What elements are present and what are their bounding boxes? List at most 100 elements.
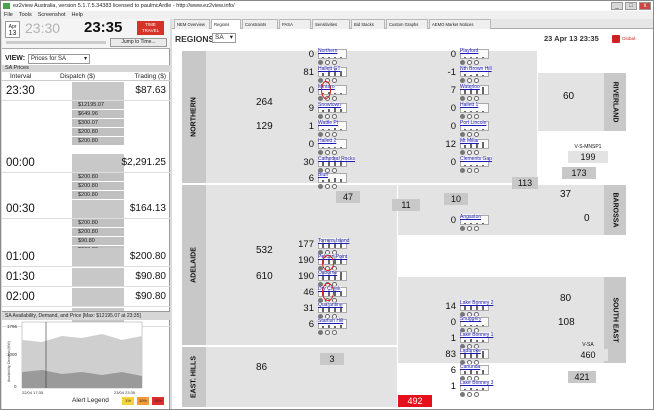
generator-name-link[interactable]: Nth Brown Hill <box>460 66 492 72</box>
close-button[interactable]: x <box>639 2 651 10</box>
dispatch-price: $200.80 <box>72 228 124 237</box>
generator-name-link[interactable]: Hallett 1 <box>460 102 479 108</box>
generator-name-link[interactable]: Mt Millar <box>460 138 479 144</box>
generator-status <box>460 392 484 398</box>
price-row[interactable]: 00:30 $164.13 <box>2 199 170 219</box>
menu-help[interactable]: Help <box>72 11 83 19</box>
tab-pasa[interactable]: PASA <box>279 19 311 29</box>
view-select[interactable]: Prices for SA ▾ <box>28 54 90 64</box>
barossa-load: 0 <box>584 213 590 224</box>
generator-name-link[interactable]: Canunda <box>460 364 481 370</box>
generator-name-link[interactable]: Snowtown <box>318 102 342 108</box>
generator-clements-gap[interactable]: 0 Clements Gap <box>432 156 502 175</box>
flow-north-riverland: 113 <box>512 177 538 189</box>
generator-name-link[interactable]: Angaston <box>460 214 482 220</box>
tab-sensitivities[interactable]: Sensitivities <box>312 19 350 29</box>
generator-name-link[interactable]: Northern <box>318 48 338 54</box>
generator-name-link[interactable]: Hallett 2 <box>318 138 337 144</box>
alert-ring <box>322 255 334 271</box>
generator-name-link[interactable]: Bluff <box>318 172 328 178</box>
generator-mw: 83 <box>445 349 456 360</box>
generator-lake-bonney-3[interactable]: 1 Lake Bonney 3 <box>432 380 502 399</box>
generator-northern[interactable]: 0 Northern <box>290 48 360 67</box>
generator-name-link[interactable]: Lake Bonney 1 <box>460 332 494 338</box>
price-bar <box>72 268 124 286</box>
maximize-button[interactable]: □ <box>625 2 637 10</box>
generator-bluff[interactable]: 6 Bluff <box>290 172 360 191</box>
generator-angaston[interactable]: 0 Angaston <box>432 214 502 233</box>
x-tick-end: 23/04 23:35 <box>114 390 136 395</box>
generator-name-link[interactable]: Cathedral Rocks <box>318 156 355 162</box>
alert-ring <box>321 81 331 99</box>
menu-bar: File Tools Screenshot Help <box>1 11 653 19</box>
minimize-button[interactable]: _ <box>611 2 623 10</box>
status-dot-icon <box>332 150 337 155</box>
time-slider[interactable] <box>6 41 106 44</box>
generator-mw: 1 <box>450 381 456 392</box>
tab-custom-graphs[interactable]: Custom Graphs <box>386 19 428 29</box>
price-row[interactable]: 02:00 $90.80 <box>2 287 170 307</box>
calendar-day: 13 <box>8 30 17 37</box>
calendar-icon[interactable]: Apr 13 <box>5 21 20 38</box>
tab-constraints[interactable]: Constraints <box>242 19 278 29</box>
generator-name-link[interactable]: Clements Gap <box>460 156 492 162</box>
status-dot-icon <box>318 114 323 119</box>
generator-port-lincoln[interactable]: 0 Port Lincoln <box>432 120 502 139</box>
price-trading: $87.63 <box>135 85 166 96</box>
price-row[interactable]: 23:30 $87.63 <box>2 81 170 101</box>
sa-chart-panel: SA Availability, Demand, and Price [Max:… <box>2 311 170 409</box>
generator-hallett-2[interactable]: 0 Hallett 2 <box>290 138 360 157</box>
price-row[interactable]: 00:00 $2,291.25 <box>2 153 170 173</box>
price-row[interactable]: 01:30 $90.80 <box>2 267 170 287</box>
price-row[interactable]: 01:00 $200.80 <box>2 247 170 267</box>
menu-file[interactable]: File <box>4 11 13 19</box>
generator-name-link[interactable]: Quarantine <box>318 302 343 308</box>
generator-name-link[interactable]: Hallett GT <box>318 66 341 72</box>
dispatch-list: $12195.07 $649.96 $300.07 $200.80 $200.80 <box>72 101 124 146</box>
status-dot-icon <box>460 78 465 83</box>
generator-name-link[interactable]: Wattle Pt <box>318 120 339 126</box>
status-dot-icon <box>460 392 465 397</box>
previous-time[interactable]: 23:30 <box>25 19 60 37</box>
window-controls: _ □ x <box>611 2 651 10</box>
generator-name-link[interactable]: Snuggery <box>460 316 482 322</box>
generator-name-link[interactable]: Port Lincoln <box>460 120 487 126</box>
generator-name-link[interactable]: Lake Bonney 2 <box>460 300 494 306</box>
generator-name-link[interactable]: Playford <box>460 48 479 54</box>
tab-regions[interactable]: Regions <box>211 19 241 29</box>
alert-legend-label: Alert Legend <box>72 397 109 404</box>
status-dot-icon <box>460 114 465 119</box>
region-select[interactable]: SA ▾ <box>212 33 236 43</box>
tab-aemo-market-notices[interactable]: AEMO Market Notices <box>429 19 491 29</box>
generator-starfish-hill[interactable]: 6 Starfish Hill <box>290 318 360 337</box>
jump-to-time-button[interactable]: Jump to Time... <box>110 38 167 47</box>
status-dot-icon <box>318 60 323 65</box>
generator-waterloo[interactable]: 7 Waterloo <box>432 84 502 103</box>
generator-name-link[interactable]: Lake Bonney 3 <box>460 380 494 386</box>
status-dot-icon <box>467 392 472 397</box>
generator-playford[interactable]: 0 Playford <box>432 48 502 67</box>
flow-barossa-adelaide: 10 <box>444 193 468 205</box>
generator-hallett-1[interactable]: 0 Hallett 1 <box>432 102 502 121</box>
col-trading: Trading ($) <box>134 73 166 80</box>
generator-name-link[interactable]: Starfish Hill <box>318 318 344 324</box>
tab-nem-overview[interactable]: NEM Overview <box>174 19 210 29</box>
status-dot-icon <box>460 168 465 173</box>
price-interval: 00:00 <box>6 157 35 169</box>
price-trading: $200.80 <box>129 251 166 262</box>
generator-mt-millar[interactable]: 12 Mt Millar <box>432 138 502 157</box>
menu-screenshot[interactable]: Screenshot <box>38 11 66 19</box>
generator-snowtown[interactable]: 9 Snowtown <box>290 102 360 121</box>
tab-bid-stacks[interactable]: Bid Stacks <box>351 19 385 29</box>
generator-wattle-pt[interactable]: 1 Wattle Pt <box>290 120 360 139</box>
menu-tools[interactable]: Tools <box>19 11 32 19</box>
generator-nth-brown-hill[interactable]: -1 Nth Brown Hill <box>432 66 502 85</box>
time-travel-badge[interactable]: TIME TRAVEL <box>137 21 164 35</box>
generator-mw: 1 <box>308 121 314 132</box>
generator-name-link[interactable]: Ladbroke <box>460 348 481 354</box>
generator-name-link[interactable]: Torrens Island <box>318 238 350 244</box>
status-dot-icon <box>325 60 330 65</box>
generator-name-link[interactable]: Waterloo <box>460 84 480 90</box>
region-name-riverland: RIVERLAND <box>604 73 626 131</box>
generator-mw: 0 <box>308 139 314 150</box>
